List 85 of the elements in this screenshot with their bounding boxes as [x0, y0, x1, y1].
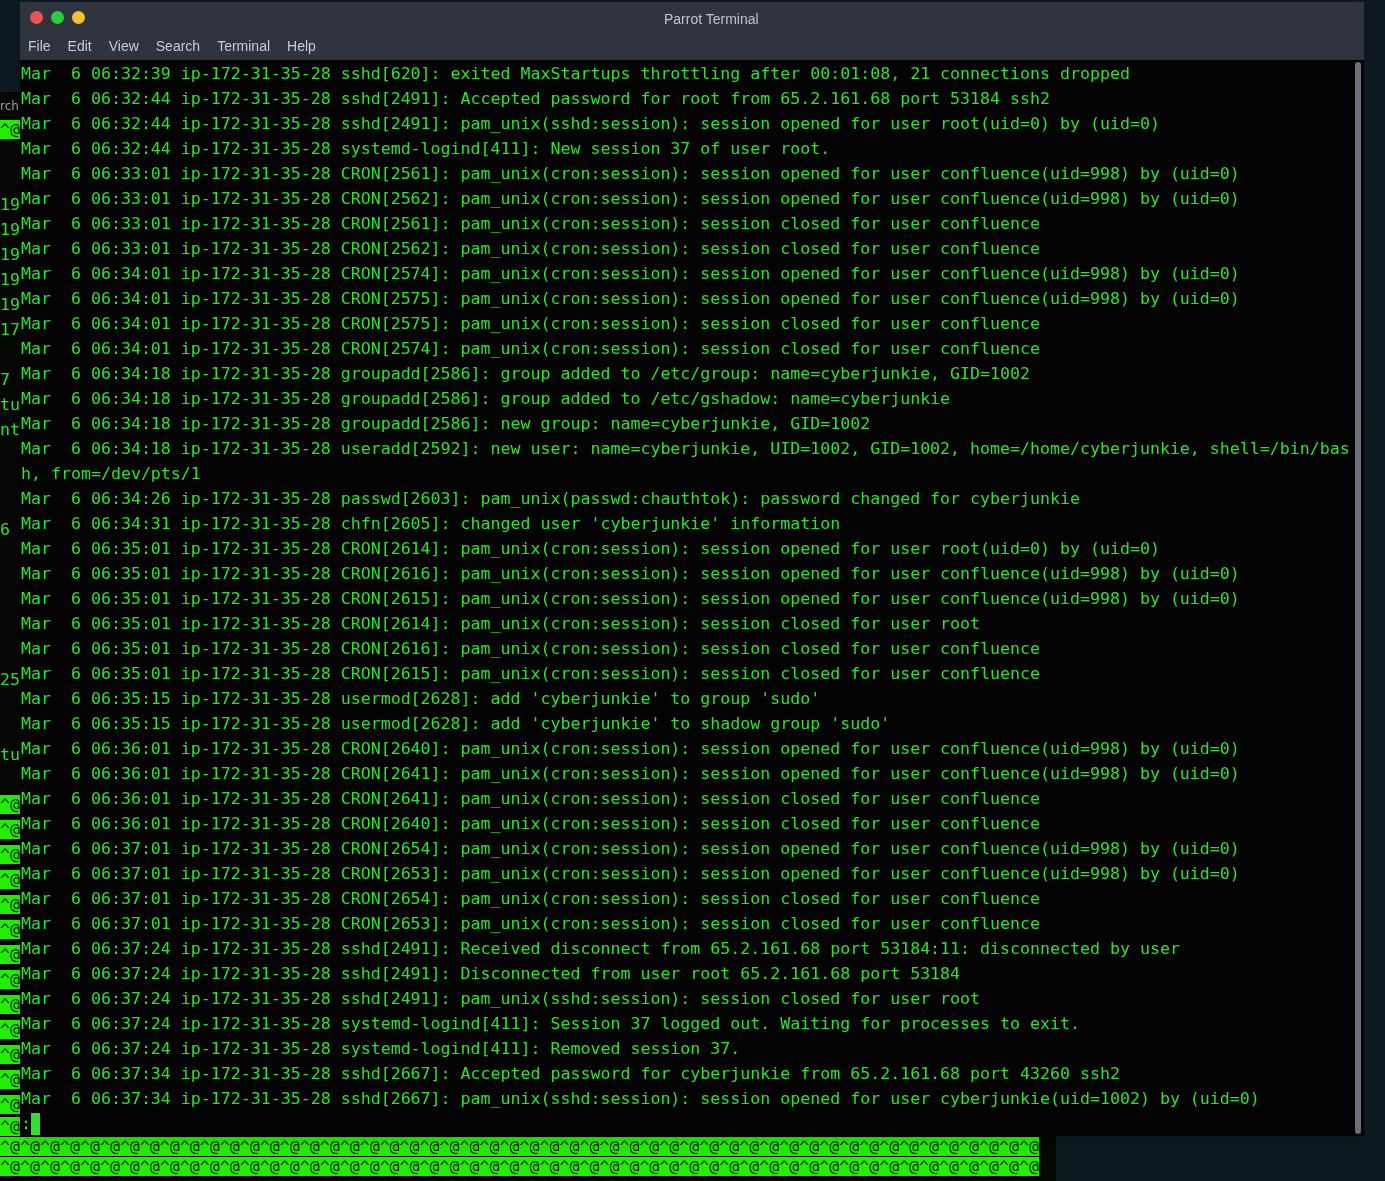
log-line: Mar 6 06:36:01 ip-172-31-35-28 CRON[2641]: pam_unix(cron:session): session opened for user confluence(uid=998) by (uid=0): [21, 764, 1240, 783]
log-line: Mar 6 06:37:24 ip-172-31-35-28 sshd[2491]: Disconnected from user root 65.2.161.68 port 53184: [21, 964, 961, 983]
log-line: Mar 6 06:32:44 ip-172-31-35-28 sshd[2491]: Accepted password for root from 65.2.161.68 port 53184 ssh2: [21, 89, 1050, 108]
cursor: [31, 1112, 40, 1135]
terminal-text: ^@: [0, 1117, 20, 1136]
log-line: Mar 6 06:32:44 ip-172-31-35-28 systemd-logind[411]: New session 37 of user root.: [21, 139, 831, 158]
log-line: Mar 6 06:37:24 ip-172-31-35-28 systemd-logind[411]: Session 37 logged out. Waiting for processes to exit.: [21, 1014, 1080, 1033]
log-line: Mar 6 06:37:34 ip-172-31-35-28 sshd[2667]: pam_unix(sshd:session): session opened for user cyberjunkie(uid=1002) by (uid=0): [21, 1089, 1260, 1108]
log-line: Mar 6 06:35:15 ip-172-31-35-28 usermod[2628]: add 'cyberjunkie' to shadow group 'sudo': [21, 714, 891, 733]
log-line: Mar 6 06:34:31 ip-172-31-35-28 chfn[2605]: changed user 'cyberjunkie' information: [21, 514, 841, 533]
terminal-text: ^@: [0, 120, 20, 139]
menu-item[interactable]: Terminal: [217, 35, 271, 57]
terminal-text: ^@: [0, 970, 20, 989]
menu-item[interactable]: File: [28, 35, 51, 57]
terminal-text: 19: [0, 195, 20, 214]
terminal-text: 19: [0, 295, 20, 314]
terminal-text: 19: [0, 245, 20, 264]
log-line: Mar 6 06:35:15 ip-172-31-35-28 usermod[2628]: add 'cyberjunkie' to group 'sudo': [21, 689, 821, 708]
menu-item[interactable]: Search: [155, 35, 201, 57]
terminal-text: 19: [0, 220, 20, 239]
log-line: Mar 6 06:34:01 ip-172-31-35-28 CRON[2575]: pam_unix(cron:session): session closed for user confluence: [21, 314, 1040, 333]
scrollbar[interactable]: [1355, 62, 1361, 1134]
log-line: Mar 6 06:36:01 ip-172-31-35-28 CRON[2641]: pam_unix(cron:session): session closed for user confluence: [21, 789, 1040, 808]
log-line: Mar 6 06:32:39 ip-172-31-35-28 sshd[620]: exited MaxStartups throttling after 00:01:08, 21 connections dropped: [21, 64, 1130, 83]
log-line: Mar 6 06:35:01 ip-172-31-35-28 CRON[2615]: pam_unix(cron:session): session closed for user confluence: [21, 664, 1040, 683]
terminal-text: ^@: [0, 845, 20, 864]
terminal-text: ^@: [0, 995, 20, 1014]
log-line: Mar 6 06:33:01 ip-172-31-35-28 CRON[2562]: pam_unix(cron:session): session closed for user confluence: [21, 239, 1040, 258]
log-line: Mar 6 06:36:01 ip-172-31-35-28 CRON[2640]: pam_unix(cron:session): session closed for user confluence: [21, 814, 1040, 833]
log-line: Mar 6 06:37:24 ip-172-31-35-28 sshd[2491]: Received disconnect from 65.2.161.68 port 53184:11: disconnected by user: [21, 939, 1180, 958]
terminal-text: ^@: [0, 1045, 20, 1064]
log-line: h, from=/dev/pts/1: [21, 464, 201, 483]
log-line: Mar 6 06:34:18 ip-172-31-35-28 groupadd[2586]: group added to /etc/group: name=cyberjunkie, GID=1002: [21, 364, 1031, 383]
log-line: Mar 6 06:34:26 ip-172-31-35-28 passwd[2603]: pam_unix(passwd:chauthtok): password changed for cyberjunkie: [21, 489, 1080, 508]
terminal-text: ^@: [0, 895, 20, 914]
terminal-text: 19: [0, 270, 20, 289]
terminal-text: ^@: [0, 945, 20, 964]
log-line: Mar 6 06:37:34 ip-172-31-35-28 sshd[2667]: Accepted password for cyberjunkie from 65.2.161.68 port 43260 ssh2: [21, 1064, 1120, 1083]
log-line: Mar 6 06:37:01 ip-172-31-35-28 CRON[2653]: pam_unix(cron:session): session opened for user confluence(uid=998) by (uid=0): [21, 864, 1240, 883]
menu-item[interactable]: View: [108, 35, 139, 57]
log-line: Mar 6 06:35:01 ip-172-31-35-28 CRON[2615]: pam_unix(cron:session): session opened for user confluence(uid=998) by (uid=0): [21, 589, 1240, 608]
log-line: Mar 6 06:34:18 ip-172-31-35-28 useradd[2592]: new user: name=cyberjunkie, UID=1002, GID=1002, home=/home/cyberjunkie, shell=/bin/bas: [21, 439, 1350, 458]
menu-item[interactable]: rch: [0, 99, 19, 113]
log-line: Mar 6 06:35:01 ip-172-31-35-28 CRON[2614]: pam_unix(cron:session): session opened for user root(uid=0) by (uid=0): [21, 539, 1160, 558]
terminal-text: tu: [0, 745, 20, 764]
minimize-button[interactable]: [72, 10, 85, 24]
terminal-text: tu: [0, 395, 20, 414]
log-line: Mar 6 06:36:01 ip-172-31-35-28 CRON[2640]: pam_unix(cron:session): session opened for user confluence(uid=998) by (uid=0): [21, 739, 1240, 758]
terminal-text: ^@: [0, 870, 20, 889]
window-title: Parrot Terminal: [664, 10, 759, 29]
log-line: Mar 6 06:37:24 ip-172-31-35-28 sshd[2491]: pam_unix(sshd:session): session closed for user root: [21, 989, 981, 1008]
log-line: Mar 6 06:37:01 ip-172-31-35-28 CRON[2654]: pam_unix(cron:session): session opened for user confluence(uid=998) by (uid=0): [21, 839, 1240, 858]
log-line: Mar 6 06:33:01 ip-172-31-35-28 CRON[2561]: pam_unix(cron:session): session closed for user confluence: [21, 214, 1040, 233]
terminal-text: 25: [0, 670, 20, 689]
log-line: Mar 6 06:32:44 ip-172-31-35-28 sshd[2491]: pam_unix(sshd:session): session opened for user root(uid=0) by (uid=0): [21, 114, 1160, 133]
log-line: Mar 6 06:35:01 ip-172-31-35-28 CRON[2616]: pam_unix(cron:session): session closed for user confluence: [21, 639, 1040, 658]
terminal-text: ^@^@^@^@^@^@^@^@^@^@^@^@^@^@^@^@^@^@^@^@^@^@^@^@^@^@^@^@^@^@^@^@^@^@^@^@^@^@^@^@^@^@^@^@^@^@^@^@^@^@^@^@: [0, 1137, 1039, 1156]
log-line: Mar 6 06:35:01 ip-172-31-35-28 CRON[2614]: pam_unix(cron:session): session closed for user root: [21, 614, 981, 633]
log-line: Mar 6 06:37:24 ip-172-31-35-28 systemd-logind[411]: Removed session 37.: [21, 1039, 741, 1058]
terminal-text: 17: [0, 320, 20, 339]
log-line: Mar 6 06:34:18 ip-172-31-35-28 groupadd[2586]: new group: name=cyberjunkie, GID=1002: [21, 414, 871, 433]
log-line: Mar 6 06:37:01 ip-172-31-35-28 CRON[2653]: pam_unix(cron:session): session closed for user confluence: [21, 914, 1040, 933]
menu-item[interactable]: Edit: [67, 35, 92, 57]
terminal-text: nt: [0, 420, 20, 439]
terminal-text: 7: [0, 370, 10, 389]
terminal-text: ^@: [0, 1095, 20, 1114]
log-line: Mar 6 06:34:18 ip-172-31-35-28 groupadd[2586]: group added to /etc/gshadow: name=cyberjunkie: [21, 389, 951, 408]
terminal-text: 6: [0, 520, 10, 539]
maximize-button[interactable]: [51, 10, 64, 24]
prompt: :: [21, 1113, 31, 1135]
log-line: Mar 6 06:35:01 ip-172-31-35-28 CRON[2616]: pam_unix(cron:session): session opened for user confluence(uid=998) by (uid=0): [21, 564, 1240, 583]
terminal-text: ^@: [0, 1020, 20, 1039]
log-line: Mar 6 06:34:01 ip-172-31-35-28 CRON[2574]: pam_unix(cron:session): session closed for user confluence: [21, 339, 1040, 358]
log-line: Mar 6 06:33:01 ip-172-31-35-28 CRON[2562]: pam_unix(cron:session): session opened for user confluence(uid=998) by (uid=0): [21, 189, 1240, 208]
terminal-text: ^@: [0, 920, 20, 939]
log-line: Mar 6 06:34:01 ip-172-31-35-28 CRON[2575]: pam_unix(cron:session): session opened for user confluence(uid=998) by (uid=0): [21, 289, 1240, 308]
log-line: Mar 6 06:37:01 ip-172-31-35-28 CRON[2654]: pam_unix(cron:session): session closed for user confluence: [21, 889, 1040, 908]
log-line: Mar 6 06:34:01 ip-172-31-35-28 CRON[2574]: pam_unix(cron:session): session opened for user confluence(uid=998) by (uid=0): [21, 264, 1240, 283]
close-button[interactable]: [30, 10, 43, 24]
terminal-text: ^@^@^@^@^@^@^@^@^@^@^@^@^@^@^@^@^@^@^@^@^@^@^@^@^@^@^@^@^@^@^@^@^@^@^@^@^@^@^@^@^@^@^@^@^@^@^@^@^@^@^@^@: [0, 1157, 1039, 1176]
log-line: Mar 6 06:33:01 ip-172-31-35-28 CRON[2561]: pam_unix(cron:session): session opened for user confluence(uid=998) by (uid=0): [21, 164, 1240, 183]
terminal-text: ^@: [0, 1070, 20, 1089]
terminal-text: ^@: [0, 795, 20, 814]
terminal-text: ^@: [0, 820, 20, 839]
menu-item[interactable]: Help: [287, 35, 316, 57]
